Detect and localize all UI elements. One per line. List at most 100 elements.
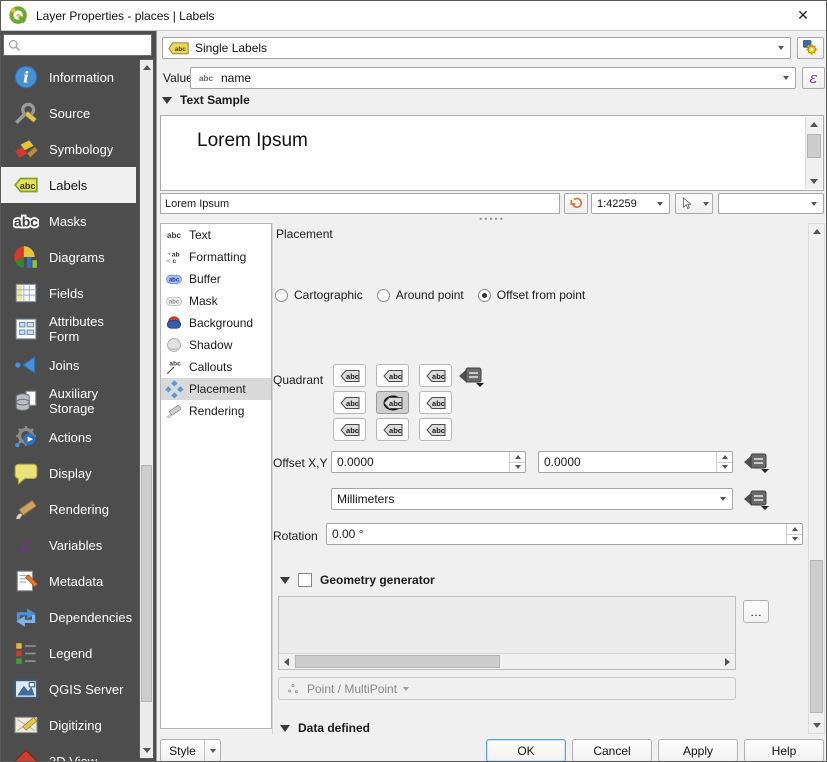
offset-y-spinbox[interactable]: 0.0000: [538, 451, 733, 473]
cancel-button[interactable]: Cancel: [572, 739, 652, 762]
scroll-down-icon[interactable]: [809, 718, 824, 733]
quadrant-cell-2[interactable]: abc: [419, 364, 452, 387]
spin-down-icon[interactable]: [787, 534, 802, 545]
main-scroll-thumb[interactable]: [810, 560, 823, 713]
scroll-left-icon[interactable]: [279, 654, 294, 669]
sidebar-scrollbar[interactable]: [139, 59, 154, 759]
sidebar-item-masks[interactable]: abcMasks: [1, 203, 136, 239]
quadrant-cell-8[interactable]: abc: [419, 418, 452, 441]
sidebar-item-dependencies[interactable]: Dependencies: [1, 599, 136, 635]
sidebar-item-diagrams[interactable]: Diagrams: [1, 239, 136, 275]
sidebar-item-labels[interactable]: abcLabels: [1, 167, 136, 203]
text-sample-header[interactable]: Text Sample: [162, 93, 250, 107]
preview-scroll-thumb[interactable]: [807, 134, 821, 158]
quadrant-cell-1[interactable]: abc: [376, 364, 409, 387]
reset-sample-button[interactable]: [564, 193, 588, 214]
sidebar-item-fields[interactable]: Fields: [1, 275, 136, 311]
spin-down-icon[interactable]: [510, 462, 525, 473]
tab-rendering[interactable]: Rendering: [161, 400, 271, 422]
sidebar-item-variables[interactable]: εVariables: [1, 527, 136, 563]
quadrant-cell-5[interactable]: abc: [419, 391, 452, 414]
tab-background[interactable]: Background: [161, 312, 271, 334]
preview-scale-combo[interactable]: 1:42259: [591, 193, 670, 214]
sidebar-item-label: Display: [49, 466, 92, 481]
spin-down-icon[interactable]: [717, 462, 732, 473]
ok-button[interactable]: OK: [486, 739, 566, 762]
tab-placement[interactable]: Placement: [161, 378, 271, 400]
data-defined-override-icon[interactable]: [458, 365, 485, 388]
scroll-up-icon[interactable]: [140, 60, 153, 75]
sidebar-item-3d-view[interactable]: 3D View: [1, 743, 136, 761]
quadrant-cell-6[interactable]: abc: [333, 418, 366, 441]
apply-button[interactable]: Apply: [658, 739, 738, 762]
sidebar-item-qgis-server[interactable]: QGIS Server: [1, 671, 136, 707]
tab-formatting[interactable]: +ab<cFormatting: [161, 246, 271, 268]
expression-hscrollbar[interactable]: [279, 653, 735, 669]
style-button[interactable]: Style: [160, 739, 221, 762]
scroll-right-icon[interactable]: [720, 654, 735, 669]
main-scrollbar[interactable]: [808, 223, 825, 734]
sidebar-item-legend[interactable]: Legend: [1, 635, 136, 671]
data-defined-override-icon[interactable]: [743, 451, 770, 474]
radio-around-point[interactable]: Around point: [377, 288, 464, 302]
close-button[interactable]: ✕: [786, 1, 820, 30]
legend-icon: [13, 640, 39, 666]
tab-buffer[interactable]: abcBuffer: [161, 268, 271, 290]
sidebar-item-information[interactable]: iInformation: [1, 59, 136, 95]
scroll-down-icon[interactable]: [806, 174, 822, 189]
geometry-expression-area[interactable]: [278, 596, 736, 670]
radio-cartographic[interactable]: Cartographic: [275, 288, 363, 302]
radio-circle-icon[interactable]: [275, 289, 288, 302]
spin-up-icon[interactable]: [510, 452, 525, 462]
data-defined-header[interactable]: Data defined: [280, 721, 370, 735]
tab-shadow[interactable]: Shadow: [161, 334, 271, 356]
spin-up-icon[interactable]: [787, 524, 802, 534]
sidebar-item-source[interactable]: Source: [1, 95, 136, 131]
rotation-spinbox[interactable]: 0.00 °: [326, 523, 803, 545]
tab-callouts[interactable]: abcCallouts: [161, 356, 271, 378]
quadrant-cell-0[interactable]: abc: [333, 364, 366, 387]
set-from-canvas-button[interactable]: [675, 193, 713, 214]
preview-scrollbar[interactable]: [805, 117, 822, 189]
sidebar-item-actions[interactable]: Actions: [1, 419, 136, 455]
value-field-combo[interactable]: abc name: [190, 67, 796, 89]
quadrant-cell-3[interactable]: abc: [333, 391, 366, 414]
expression-browse-button[interactable]: …: [743, 600, 769, 623]
sidebar-item-auxiliary-storage[interactable]: Auxiliary Storage: [1, 383, 136, 419]
sidebar-item-rendering[interactable]: Rendering: [1, 491, 136, 527]
scroll-up-icon[interactable]: [806, 117, 822, 132]
data-defined-title: Data defined: [298, 721, 370, 735]
preview-background-combo[interactable]: [718, 193, 824, 214]
label-mode-combo[interactable]: abc Single Labels: [162, 37, 791, 59]
tab-text[interactable]: abcText: [161, 224, 271, 246]
sidebar-item-symbology[interactable]: Symbology: [1, 131, 136, 167]
expression-builder-button[interactable]: ε: [802, 67, 825, 89]
quadrant-cell-4-selected[interactable]: abc: [376, 391, 409, 414]
scroll-up-icon[interactable]: [809, 224, 824, 239]
sidebar-item-metadata[interactable]: Metadata: [1, 563, 136, 599]
geometry-generator-checkbox[interactable]: [298, 573, 312, 587]
automated-placement-settings-button[interactable]: [797, 37, 824, 59]
geometry-type-combo[interactable]: Point / MultiPoint: [278, 677, 736, 700]
sample-text-input[interactable]: Lorem Ipsum: [160, 193, 560, 214]
sidebar-item-display[interactable]: Display: [1, 455, 136, 491]
radio-circle-icon[interactable]: [377, 289, 390, 302]
scroll-down-icon[interactable]: [140, 743, 153, 758]
data-defined-override-icon[interactable]: [743, 488, 770, 511]
quadrant-cell-7[interactable]: abc: [376, 418, 409, 441]
label-settings-tabs: abcText+ab<cFormattingabcBufferabcMaskBa…: [160, 223, 272, 729]
sidebar-scroll-thumb[interactable]: [141, 465, 152, 702]
radio-offset-from-point[interactable]: Offset from point: [478, 288, 585, 302]
geometry-generator-header[interactable]: Geometry generator: [280, 573, 435, 587]
radio-circle-icon[interactable]: [478, 289, 491, 302]
spin-up-icon[interactable]: [717, 452, 732, 462]
tab-mask[interactable]: abcMask: [161, 290, 271, 312]
offset-units-combo[interactable]: Millimeters: [331, 488, 733, 510]
expression-scroll-thumb[interactable]: [295, 655, 500, 668]
sidebar-item-joins[interactable]: Joins: [1, 347, 136, 383]
help-button[interactable]: Help: [744, 739, 824, 762]
sidebar-item-digitizing[interactable]: Digitizing: [1, 707, 136, 743]
search-input[interactable]: [22, 38, 148, 52]
sidebar-item-attributes-form[interactable]: Attributes Form: [1, 311, 136, 347]
offset-x-spinbox[interactable]: 0.0000: [331, 451, 526, 473]
